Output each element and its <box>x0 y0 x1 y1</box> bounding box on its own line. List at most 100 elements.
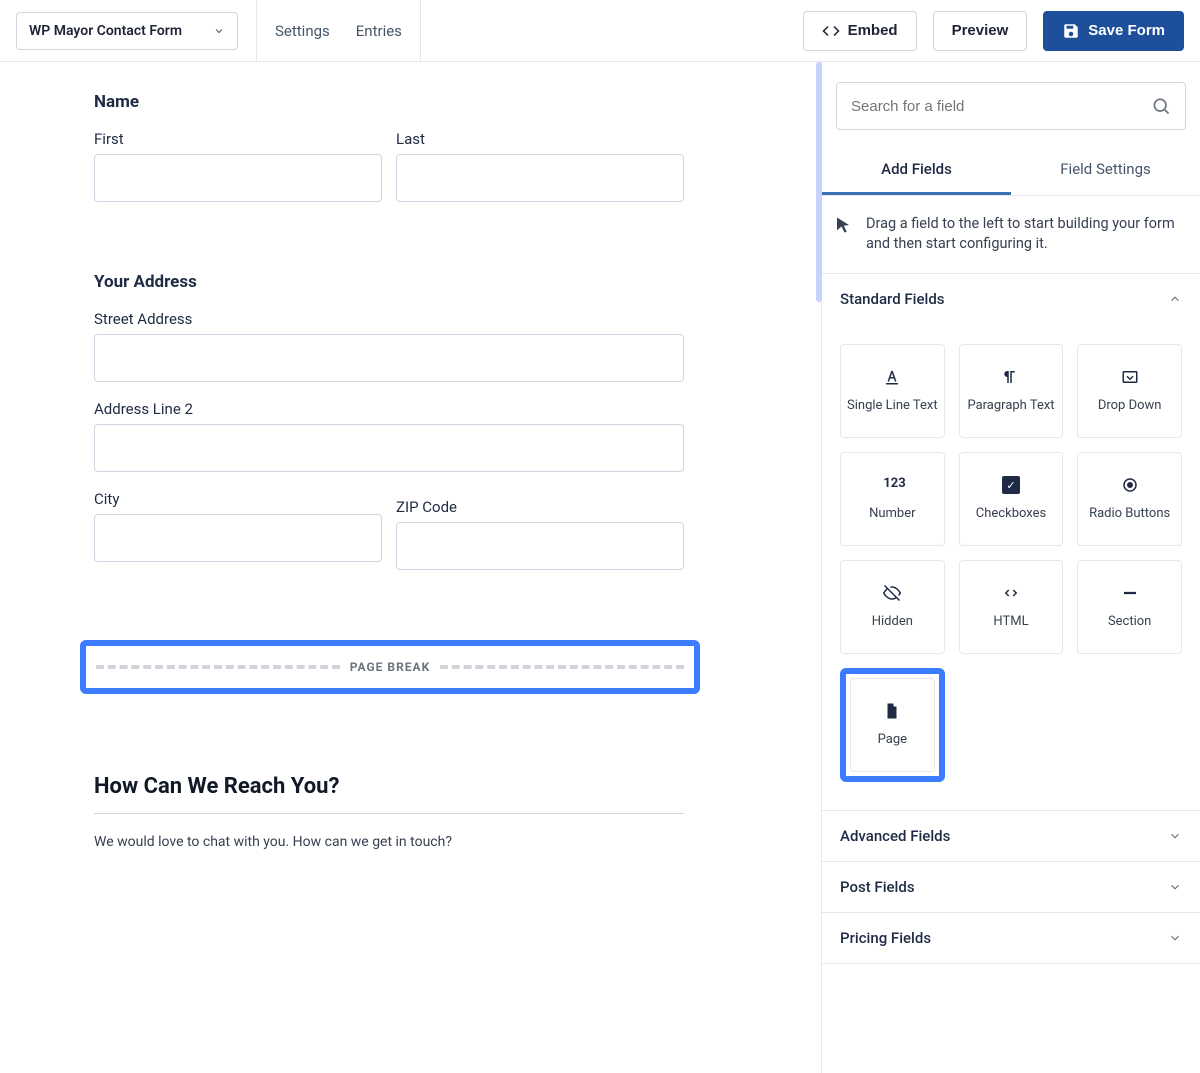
tile-html[interactable]: HTML <box>959 560 1064 654</box>
tile-label: Radio Buttons <box>1089 506 1170 521</box>
paragraph-icon <box>1002 368 1020 386</box>
nav-settings[interactable]: Settings <box>275 22 330 40</box>
tab-field-settings[interactable]: Field Settings <box>1011 146 1200 195</box>
acc-title: Advanced Fields <box>840 827 950 845</box>
input-first[interactable] <box>94 154 382 202</box>
form-switcher[interactable]: WP Mayor Contact Form <box>16 12 238 50</box>
acc-header-advanced[interactable]: Advanced Fields <box>822 811 1200 861</box>
section-icon <box>1121 584 1139 602</box>
sublabel-first: First <box>94 130 382 148</box>
sidebar: Add Fields Field Settings Drag a field t… <box>822 62 1200 1073</box>
preview-button[interactable]: Preview <box>933 11 1028 51</box>
tile-label: Section <box>1108 614 1151 629</box>
tile-label: Paragraph Text <box>967 398 1054 413</box>
code-icon <box>822 22 840 40</box>
acc-title: Pricing Fields <box>840 929 931 947</box>
section-divider <box>94 813 684 814</box>
section-desc: We would love to chat with you. How can … <box>94 834 684 850</box>
field-search[interactable] <box>836 82 1186 130</box>
tile-paragraph-text[interactable]: Paragraph Text <box>959 344 1064 438</box>
acc-advanced: Advanced Fields <box>822 811 1200 862</box>
chevron-down-icon <box>1168 829 1182 843</box>
tile-label: Hidden <box>872 614 913 629</box>
acc-header-pricing[interactable]: Pricing Fields <box>822 913 1200 963</box>
acc-standard: Standard Fields Single Line Text Paragra… <box>822 274 1200 811</box>
embed-button[interactable]: Embed <box>803 11 917 51</box>
acc-title: Standard Fields <box>840 290 945 308</box>
text-icon <box>883 368 901 386</box>
workspace: Name First Last Your Address Street Addr… <box>0 62 1200 1073</box>
save-icon <box>1062 22 1080 40</box>
dash-right <box>440 665 684 669</box>
acc-header-standard[interactable]: Standard Fields <box>822 274 1200 324</box>
chevron-down-icon <box>1168 931 1182 945</box>
tile-section[interactable]: Section <box>1077 560 1182 654</box>
page-break-label: PAGE BREAK <box>350 660 430 674</box>
standard-fields-grid: Single Line Text Paragraph Text Drop Dow… <box>822 324 1200 810</box>
field-title: Name <box>94 92 684 112</box>
acc-title: Post Fields <box>840 878 915 896</box>
field-title: Your Address <box>94 272 684 292</box>
tile-label: Checkboxes <box>976 506 1046 521</box>
input-street[interactable] <box>94 334 684 382</box>
page-icon <box>883 702 901 720</box>
divider <box>256 0 257 62</box>
tile-label: Single Line Text <box>847 398 938 413</box>
hint-text: Drag a field to the left to start buildi… <box>866 214 1196 255</box>
sidebar-tabs: Add Fields Field Settings <box>822 146 1200 196</box>
dropdown-icon <box>1121 368 1139 386</box>
hidden-icon <box>883 584 901 602</box>
field-section[interactable]: How Can We Reach You? We would love to c… <box>94 774 684 850</box>
nav-entries[interactable]: Entries <box>356 22 402 40</box>
search-icon <box>1151 96 1171 116</box>
chevron-up-icon <box>1168 292 1182 306</box>
save-button[interactable]: Save Form <box>1043 11 1184 51</box>
search-input[interactable] <box>851 98 1151 115</box>
section-title: How Can We Reach You? <box>94 774 684 799</box>
divider <box>420 0 421 62</box>
page-break-highlight: PAGE BREAK <box>80 640 700 694</box>
checkbox-icon: ✓ <box>1002 476 1020 494</box>
input-line2[interactable] <box>94 424 684 472</box>
tile-dropdown[interactable]: Drop Down <box>1077 344 1182 438</box>
tile-page-highlight: Page <box>840 668 945 782</box>
acc-header-post[interactable]: Post Fields <box>822 862 1200 912</box>
sublabel-street: Street Address <box>94 310 684 328</box>
input-city[interactable] <box>94 514 382 562</box>
scrollbar-handle[interactable] <box>816 62 822 302</box>
dash-left <box>96 665 340 669</box>
tile-number[interactable]: 123 Number <box>840 452 945 546</box>
tile-label: Drop Down <box>1098 398 1162 413</box>
sublabel-city: City <box>94 490 382 508</box>
tab-add-fields[interactable]: Add Fields <box>822 146 1011 195</box>
field-name[interactable]: Name First Last <box>94 92 684 202</box>
tile-radio[interactable]: Radio Buttons <box>1077 452 1182 546</box>
tile-checkboxes[interactable]: ✓ Checkboxes <box>959 452 1064 546</box>
chevron-down-icon <box>1168 880 1182 894</box>
page-break[interactable]: PAGE BREAK <box>96 660 684 674</box>
sublabel-line2: Address Line 2 <box>94 400 684 418</box>
form-switcher-label: WP Mayor Contact Form <box>29 23 182 39</box>
number-icon: 123 <box>883 476 901 494</box>
input-last[interactable] <box>396 154 684 202</box>
tile-label: Number <box>869 506 915 521</box>
sublabel-last: Last <box>396 130 684 148</box>
acc-pricing: Pricing Fields <box>822 913 1200 964</box>
tile-hidden[interactable]: Hidden <box>840 560 945 654</box>
radio-icon <box>1121 476 1139 494</box>
tile-single-line-text[interactable]: Single Line Text <box>840 344 945 438</box>
acc-post: Post Fields <box>822 862 1200 913</box>
top-bar: WP Mayor Contact Form Settings Entries E… <box>0 0 1200 62</box>
preview-label: Preview <box>952 22 1009 39</box>
tile-page[interactable]: Page <box>850 678 935 772</box>
tile-label: Page <box>878 732 907 747</box>
save-label: Save Form <box>1088 22 1165 39</box>
tile-label: HTML <box>993 614 1028 629</box>
cursor-icon <box>834 216 852 234</box>
input-zip[interactable] <box>396 522 684 570</box>
sublabel-zip: ZIP Code <box>396 498 684 516</box>
form-canvas[interactable]: Name First Last Your Address Street Addr… <box>0 62 822 1073</box>
embed-label: Embed <box>848 22 898 39</box>
field-address[interactable]: Your Address Street Address Address Line… <box>94 272 684 570</box>
sidebar-hint: Drag a field to the left to start buildi… <box>822 196 1200 274</box>
